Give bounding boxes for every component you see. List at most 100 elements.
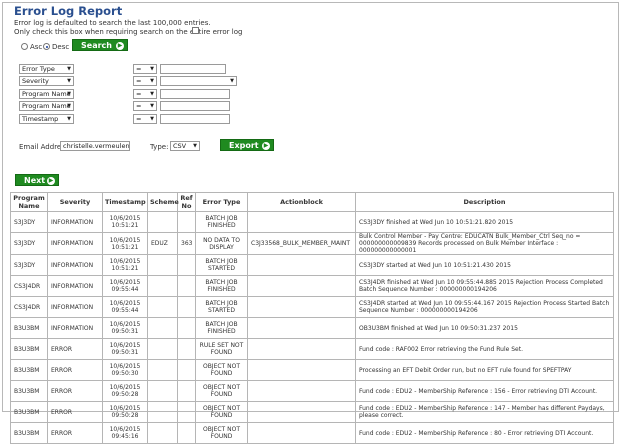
filter-op-select-3[interactable]: = ▼ [133,89,157,99]
filter-value-select-2[interactable]: ▼ [160,76,237,86]
table-cell: CS3J4DR started at Wed Jun 10 09:55:44.1… [355,296,614,318]
filter-op-select-4[interactable]: = ▼ [133,101,157,111]
filter-op-select-5[interactable]: = ▼ [133,114,157,124]
table-cell: INFORMATION [47,317,103,339]
table-cell: NO DATA TO DISPLAY [195,232,248,255]
table-cell: OB3U3BM finished at Wed Jun 10 09:50:31.… [355,317,614,339]
table-row: S3J3DY INFORMATION 10/6/2015 10:51:21 BATCH… [10,211,614,233]
column-header: Error Type [195,192,248,212]
table-cell: OBJECT NOT FOUND [195,359,248,381]
page-title: Error Log Report [14,4,123,18]
next-button[interactable]: Next ▶ [15,174,59,186]
table-cell: BATCH JOB STARTED [195,254,248,276]
table-cell: INFORMATION [47,211,103,233]
type-label: Type: [150,143,169,151]
filter-field-select-4[interactable]: Program Name ▼ [19,101,74,111]
table-cell [147,317,178,339]
table-cell [147,211,178,233]
table-cell: S3J3DY [10,254,48,276]
table-cell [177,317,196,339]
dropdown-arrow-icon: ▼ [150,103,154,109]
table-row: S3J3DY INFORMATION 10/6/2015 10:51:21 EDUZ 3… [10,232,614,255]
table-cell: 10/6/2015 09:55:44 [102,296,148,318]
table-cell: BATCH JOB STARTED [195,296,248,318]
table-cell: S3J3DY [10,232,48,255]
search-button-label: Search [81,41,112,50]
error-log-table: Program Name Severity Timestamp Scheme R… [10,192,614,444]
table-cell [147,254,178,276]
table-cell: C3J33568_BULK_MEMBER_MAINT [247,232,356,255]
table-cell: 10/6/2015 10:51:21 [102,232,148,255]
search-button[interactable]: Search ▶ [72,39,128,51]
export-button[interactable]: Export ▶ [220,139,274,151]
table-cell [177,338,196,360]
dropdown-arrow-icon: ▼ [150,78,154,84]
filter-value-input-5[interactable] [160,114,230,124]
table-cell: 10/6/2015 09:45:16 [102,422,148,444]
table-cell: CS3J4DR finished at Wed Jun 10 09:55:44.… [355,275,614,297]
table-row: B3U3BM ERROR 10/6/2015 09:50:31 RULE SET NO… [10,338,614,360]
table-cell: INFORMATION [47,296,103,318]
table-cell: B3U3BM [10,401,48,423]
desc-radio[interactable] [43,43,50,50]
table-cell [147,338,178,360]
column-header: Description [355,192,614,212]
table-row: CS3J4DR INFORMATION 10/6/2015 09:55:44 BATC… [10,275,614,297]
dropdown-arrow-icon: ▼ [150,91,154,97]
table-cell: CS3J4DR [10,275,48,297]
arrow-right-icon: ▶ [262,141,270,150]
table-row: B3U3BM ERROR 10/6/2015 09:50:30 OBJECT NOT … [10,359,614,381]
filter-field-select-1[interactable]: Error Type ▼ [19,64,74,74]
table-body: S3J3DY INFORMATION 10/6/2015 10:51:21 BATCH… [10,211,614,444]
filter-value-input-4[interactable] [160,101,230,111]
filter-field-select-5[interactable]: Timestamp ▼ [19,114,74,124]
table-cell: OBJECT NOT FOUND [195,380,248,402]
email-input[interactable]: christelle.vermeulen@by [60,141,130,151]
table-cell: BATCH JOB FINISHED [195,211,248,233]
next-button-label: Next [24,176,46,185]
table-cell [247,254,356,276]
filter-field-select-3[interactable]: Program Name ▼ [19,89,74,99]
table-header-row: Program Name Severity Timestamp Scheme R… [10,192,614,212]
table-row: CS3J4DR INFORMATION 10/6/2015 09:55:44 BATC… [10,296,614,318]
table-cell [247,359,356,381]
table-cell: RULE SET NOT FOUND [195,338,248,360]
table-cell [147,422,178,444]
entire-log-checkbox[interactable] [192,27,199,34]
table-cell [247,296,356,318]
table-cell [177,275,196,297]
table-cell: S3J3DY [10,211,48,233]
filter-value-input-1[interactable] [160,64,226,74]
table-cell: ERROR [47,338,103,360]
table-cell: OBJECT NOT FOUND [195,401,248,423]
table-row: B3U3BM ERROR 10/6/2015 09:45:16 OBJECT NOT … [10,422,614,444]
filter-op-select-1[interactable]: = ▼ [133,64,157,74]
table-cell: CS3J3DY started at Wed Jun 10 10:51:21.4… [355,254,614,276]
table-cell: BATCH JOB FINISHED [195,317,248,339]
dropdown-arrow-icon: ▼ [67,116,71,122]
column-header: Actionblock [247,192,356,212]
table-cell: Fund code : EDU2 - MemberShip Reference … [355,422,614,444]
table-cell [177,380,196,402]
entire-log-note: Only check this box when requiring searc… [14,28,243,36]
column-header: Scheme [147,192,179,212]
export-type-select[interactable]: CSV ▼ [170,141,200,151]
table-cell: 10/6/2015 10:51:21 [102,211,148,233]
table-cell [147,296,178,318]
filter-field-select-2[interactable]: Severity ▼ [19,76,74,86]
table-cell [247,211,356,233]
table-cell [147,401,178,423]
column-header: Ref No [177,192,196,212]
table-cell: INFORMATION [47,232,103,255]
table-cell: INFORMATION [47,254,103,276]
asc-radio[interactable] [21,43,28,50]
table-cell [147,275,178,297]
dropdown-arrow-icon: ▼ [230,78,234,84]
table-cell: Processing an EFT Debit Order run, but n… [355,359,614,381]
filter-op-select-2[interactable]: = ▼ [133,76,157,86]
table-cell: B3U3BM [10,422,48,444]
filter-value-input-3[interactable] [160,89,230,99]
table-cell: ERROR [47,359,103,381]
table-cell: 10/6/2015 09:50:31 [102,338,148,360]
table-cell: B3U3BM [10,338,48,360]
